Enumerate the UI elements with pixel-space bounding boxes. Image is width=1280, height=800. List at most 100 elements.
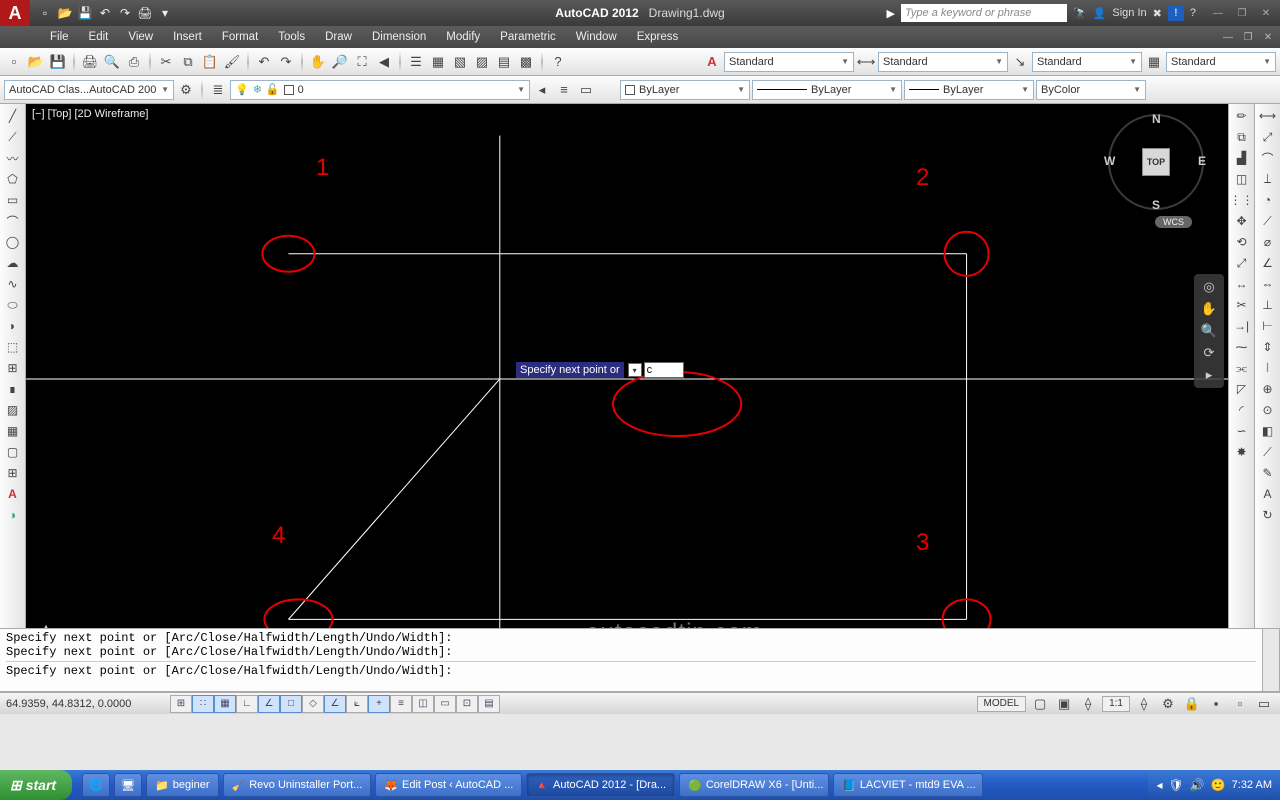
3dosnap-toggle[interactable]: ◇	[302, 695, 324, 713]
task-lacviet[interactable]: 📘LACVIET - mtd9 EVA ...	[833, 773, 983, 797]
task-beginer[interactable]: 📁beginer	[146, 773, 218, 797]
copy-icon[interactable]: ⧉	[178, 52, 198, 72]
dimordinate-icon[interactable]: ⟘	[1258, 169, 1278, 189]
layer-state-icon[interactable]: ≡	[554, 80, 574, 100]
lineweight-combo[interactable]: ByLayer▼	[904, 80, 1034, 100]
signin-icon[interactable]: 👤	[1093, 7, 1107, 20]
block-icon[interactable]: ⊞	[3, 358, 23, 378]
tray-smiley-icon[interactable]: 🙂	[1211, 778, 1226, 792]
matchprop-icon[interactable]: 🖌	[222, 52, 242, 72]
close-icon[interactable]: ✕	[1256, 5, 1276, 21]
menu-parametric[interactable]: Parametric	[490, 31, 566, 43]
polar-toggle[interactable]: ∠	[258, 695, 280, 713]
snap-toggle[interactable]: ∷	[192, 695, 214, 713]
tpy-toggle[interactable]: ◫	[412, 695, 434, 713]
redo-icon[interactable]: ↷	[116, 4, 134, 22]
erase-icon[interactable]: ✏	[1232, 106, 1252, 126]
tray-vol-icon[interactable]: 🔊	[1190, 778, 1205, 792]
circle-icon[interactable]: ◯	[3, 232, 23, 252]
dimjogline-icon[interactable]: ⟋	[1258, 442, 1278, 462]
dimradius-icon[interactable]: ◔	[1258, 190, 1278, 210]
doc-restore-icon[interactable]: ❐	[1240, 32, 1256, 43]
dimangle-icon[interactable]: ∠	[1258, 253, 1278, 273]
redo-tb-icon[interactable]: ↷	[276, 52, 296, 72]
minimize-icon[interactable]: —	[1208, 5, 1228, 21]
addselected-icon[interactable]: ◑	[3, 505, 23, 525]
exchange-icon[interactable]: ✖	[1153, 7, 1162, 20]
cmd-scrollbar[interactable]	[1262, 628, 1280, 692]
preview-icon[interactable]: 🔍	[102, 52, 122, 72]
pan-icon[interactable]: ✋	[308, 52, 328, 72]
plot-icon[interactable]: 🖨	[136, 4, 154, 22]
undo-tb-icon[interactable]: ↶	[254, 52, 274, 72]
app-logo[interactable]: A	[0, 0, 30, 26]
cut-icon[interactable]: ✂	[156, 52, 176, 72]
insert-icon[interactable]: ⬚	[3, 337, 23, 357]
qview-layouts-icon[interactable]: ▢	[1030, 694, 1050, 714]
viewcube[interactable]: TOP N S E W	[1108, 114, 1204, 210]
quicklaunch-uk[interactable]: 🌐	[82, 773, 110, 797]
start-button[interactable]: ⊞ start	[0, 770, 72, 800]
explode-icon[interactable]: ✸	[1232, 442, 1252, 462]
menu-file[interactable]: File	[40, 31, 79, 43]
help-icon[interactable]: ?	[1190, 7, 1196, 19]
quicklaunch-desktop[interactable]: 🖥	[114, 773, 142, 797]
menu-insert[interactable]: Insert	[163, 31, 212, 43]
stretch-icon[interactable]: ↔	[1232, 274, 1252, 294]
qp-toggle[interactable]: ▭	[434, 695, 456, 713]
menu-tools[interactable]: Tools	[268, 31, 315, 43]
am-toggle[interactable]: ▤	[478, 695, 500, 713]
plotstyle-combo[interactable]: ByColor▼	[1036, 80, 1146, 100]
workspace-combo[interactable]: AutoCAD Clas...AutoCAD 200▼	[4, 80, 174, 100]
fullnav-icon[interactable]: ◎	[1203, 279, 1214, 295]
toolbar-lock-icon[interactable]: 🔒	[1182, 694, 1202, 714]
sc-toggle[interactable]: ⊡	[456, 695, 478, 713]
polygon-icon[interactable]: ⬠	[3, 169, 23, 189]
pan-nav-icon[interactable]: ✋	[1201, 301, 1217, 317]
viewcube-e[interactable]: E	[1198, 154, 1206, 168]
quickcalc-icon[interactable]: ▩	[516, 52, 536, 72]
hatch-icon[interactable]: ▨	[3, 400, 23, 420]
lwt-toggle[interactable]: ≡	[390, 695, 412, 713]
viewcube-face[interactable]: TOP	[1142, 148, 1170, 176]
qat-dd-icon[interactable]: ▾	[156, 4, 174, 22]
array-icon[interactable]: ⋮⋮	[1232, 190, 1252, 210]
search-play-icon[interactable]: ▶	[887, 7, 895, 20]
undo-icon[interactable]: ↶	[96, 4, 114, 22]
zoom-nav-icon[interactable]: 🔍	[1201, 323, 1217, 339]
xline-icon[interactable]: ⟋	[3, 127, 23, 147]
open-file-icon[interactable]: 📂	[26, 52, 46, 72]
qdim-icon[interactable]: ⇔	[1258, 274, 1278, 294]
orbit-icon[interactable]: ⟳	[1204, 345, 1215, 361]
coords-display[interactable]: 64.9359, 44.8312, 0.0000	[6, 698, 166, 710]
ellipse-icon[interactable]: ⬭	[3, 295, 23, 315]
chamfer-icon[interactable]: ◸	[1232, 379, 1252, 399]
spline-icon[interactable]: ∿	[3, 274, 23, 294]
arc-icon[interactable]: ⌒	[3, 211, 23, 231]
publish-icon[interactable]: ⎙	[124, 52, 144, 72]
binoculars-icon[interactable]: 🔭	[1073, 7, 1087, 20]
gradient-icon[interactable]: ▦	[3, 421, 23, 441]
dimtedit-icon[interactable]: A	[1258, 484, 1278, 504]
dyn-menu-icon[interactable]: ▾	[628, 363, 642, 377]
drawing-viewport[interactable]: [−] [Top] [2D Wireframe]	[26, 104, 1228, 692]
mtext-icon[interactable]: A	[3, 484, 23, 504]
menu-edit[interactable]: Edit	[79, 31, 119, 43]
model-paper-toggle[interactable]: MODEL	[977, 696, 1027, 712]
rect-icon[interactable]: ▭	[3, 190, 23, 210]
viewcube-s[interactable]: S	[1152, 198, 1160, 212]
props-icon[interactable]: ☰	[406, 52, 426, 72]
color-combo[interactable]: ByLayer▼	[620, 80, 750, 100]
menu-view[interactable]: View	[118, 31, 163, 43]
rotate-icon[interactable]: ⟲	[1232, 232, 1252, 252]
viewcube-w[interactable]: W	[1104, 154, 1115, 168]
menu-window[interactable]: Window	[566, 31, 627, 43]
cleanscreen-icon[interactable]: ▭	[1254, 694, 1274, 714]
dimdia-icon[interactable]: ⌀	[1258, 232, 1278, 252]
menu-dimension[interactable]: Dimension	[362, 31, 436, 43]
table-icon[interactable]: ⊞	[3, 463, 23, 483]
qview-drawings-icon[interactable]: ▣	[1054, 694, 1074, 714]
command-line[interactable]: Specify next point or [Arc/Close/Halfwid…	[0, 628, 1262, 692]
menu-modify[interactable]: Modify	[436, 31, 490, 43]
dimbreak-icon[interactable]: ⦚	[1258, 358, 1278, 378]
